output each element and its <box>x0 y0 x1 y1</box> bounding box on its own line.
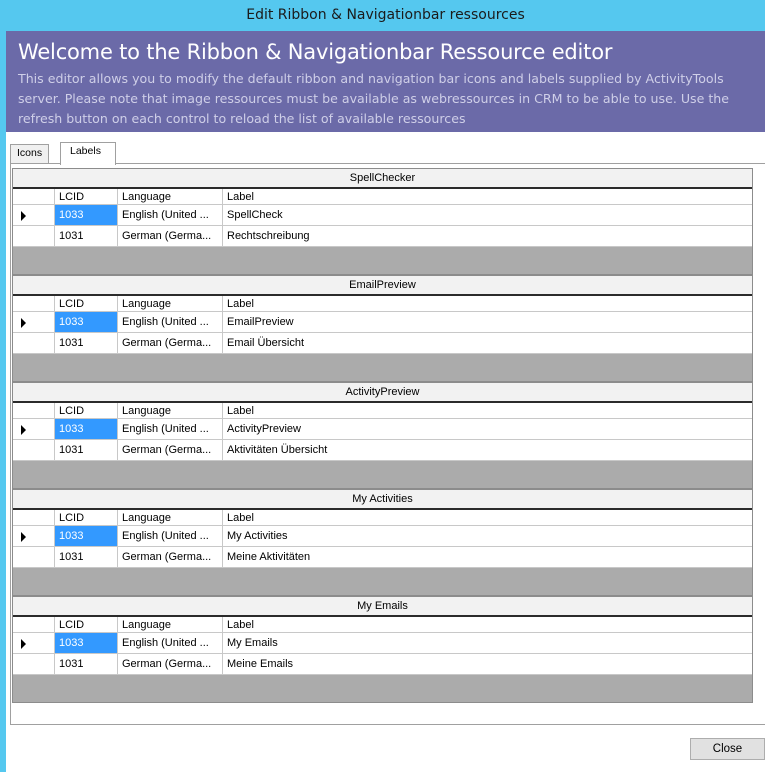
label-cell[interactable]: Meine Aktivitäten <box>223 547 752 567</box>
column-header-label[interactable]: Label <box>223 510 752 525</box>
column-header-lcid[interactable]: LCID <box>55 403 118 418</box>
language-cell[interactable]: German (Germa... <box>118 226 223 246</box>
column-header-lcid[interactable]: LCID <box>55 617 118 632</box>
table-row[interactable]: 1031 German (Germa... Aktivitäten Übersich… <box>13 440 752 461</box>
table-row[interactable]: 1033 English (United ... SpellCheck <box>13 205 752 226</box>
label-grid: ActivityPreview LCID Language Label 1033 Engl… <box>12 382 753 489</box>
current-row-arrow-icon <box>21 425 26 435</box>
row-header-corner <box>13 403 55 418</box>
row-header-corner <box>13 296 55 311</box>
table-row[interactable]: 1031 German (Germa... Meine Emails <box>13 654 752 675</box>
lcid-cell[interactable]: 1033 <box>55 419 118 439</box>
label-cell[interactable]: Meine Emails <box>223 654 752 674</box>
banner-description: This editor allows you to modify the def… <box>18 71 730 126</box>
table-row[interactable]: 1033 English (United ... ActivityPreview <box>13 419 752 440</box>
grid-caption: My Activities <box>13 490 752 510</box>
column-header-lcid[interactable]: LCID <box>55 189 118 204</box>
grid-caption: EmailPreview <box>13 276 752 296</box>
row-selector[interactable] <box>13 440 55 460</box>
language-cell[interactable]: German (Germa... <box>118 333 223 353</box>
lcid-cell[interactable]: 1033 <box>55 633 118 653</box>
row-selector[interactable] <box>13 205 55 225</box>
column-header-lcid[interactable]: LCID <box>55 510 118 525</box>
lcid-cell[interactable]: 1031 <box>55 333 118 353</box>
label-grid: EmailPreview LCID Language Label 1033 English… <box>12 275 753 382</box>
row-selector[interactable] <box>13 633 55 653</box>
table-row[interactable]: 1031 German (Germa... Meine Aktivitäten <box>13 547 752 568</box>
table-row[interactable]: 1033 English (United ... My Activities <box>13 526 752 547</box>
label-cell[interactable]: My Emails <box>223 633 752 653</box>
language-cell[interactable]: English (United ... <box>118 633 223 653</box>
column-header-language[interactable]: Language <box>118 189 223 204</box>
row-selector[interactable] <box>13 654 55 674</box>
tab-icons[interactable]: Icons <box>10 144 50 164</box>
column-header-label[interactable]: Label <box>223 617 752 632</box>
language-cell[interactable]: German (Germa... <box>118 440 223 460</box>
grid-header-row: LCID Language Label <box>13 510 752 526</box>
grid-caption: My Emails <box>13 597 752 617</box>
tab-strip: Icons Labels <box>10 142 759 165</box>
row-selector[interactable] <box>13 312 55 332</box>
lcid-cell[interactable]: 1031 <box>55 226 118 246</box>
row-header-corner <box>13 510 55 525</box>
grid-header-row: LCID Language Label <box>13 617 752 633</box>
grid-header-row: LCID Language Label <box>13 189 752 205</box>
label-cell[interactable]: Rechtschreibung <box>223 226 752 246</box>
grid-caption: SpellChecker <box>13 169 752 189</box>
grid-header-row: LCID Language Label <box>13 296 752 312</box>
label-cell[interactable]: Email Übersicht <box>223 333 752 353</box>
grid-header-row: LCID Language Label <box>13 403 752 419</box>
row-header-corner <box>13 617 55 632</box>
label-grid: My Emails LCID Language Label 1033 English (U… <box>12 596 753 703</box>
window-title: Edit Ribbon & Navigationbar ressources <box>0 0 765 31</box>
banner-title: Welcome to the Ribbon & Navigationbar Re… <box>18 40 613 64</box>
column-header-lcid[interactable]: LCID <box>55 296 118 311</box>
row-selector[interactable] <box>13 526 55 546</box>
language-cell[interactable]: German (Germa... <box>118 654 223 674</box>
row-selector[interactable] <box>13 333 55 353</box>
column-header-language[interactable]: Language <box>118 296 223 311</box>
label-grids: SpellChecker LCID Language Label 1033 English… <box>12 168 763 703</box>
language-cell[interactable]: English (United ... <box>118 526 223 546</box>
table-row[interactable]: 1031 German (Germa... Rechtschreibung <box>13 226 752 247</box>
label-cell[interactable]: My Activities <box>223 526 752 546</box>
lcid-cell[interactable]: 1031 <box>55 654 118 674</box>
lcid-cell[interactable]: 1031 <box>55 547 118 567</box>
label-grid: My Activities LCID Language Label 1033 Englis… <box>12 489 753 596</box>
column-header-label[interactable]: Label <box>223 296 752 311</box>
label-cell[interactable]: ActivityPreview <box>223 419 752 439</box>
tab-labels[interactable]: Labels <box>60 142 116 165</box>
current-row-arrow-icon <box>21 639 26 649</box>
grid-caption: ActivityPreview <box>13 383 752 403</box>
row-selector[interactable] <box>13 547 55 567</box>
row-selector[interactable] <box>13 419 55 439</box>
table-row[interactable]: 1033 English (United ... EmailPreview <box>13 312 752 333</box>
language-cell[interactable]: English (United ... <box>118 312 223 332</box>
label-cell[interactable]: SpellCheck <box>223 205 752 225</box>
welcome-banner: Welcome to the Ribbon & Navigationbar Re… <box>6 31 765 132</box>
current-row-arrow-icon <box>21 211 26 221</box>
language-cell[interactable]: German (Germa... <box>118 547 223 567</box>
lcid-cell[interactable]: 1031 <box>55 440 118 460</box>
current-row-arrow-icon <box>21 318 26 328</box>
row-selector[interactable] <box>13 226 55 246</box>
label-cell[interactable]: Aktivitäten Übersicht <box>223 440 752 460</box>
column-header-label[interactable]: Label <box>223 189 752 204</box>
current-row-arrow-icon <box>21 532 26 542</box>
language-cell[interactable]: English (United ... <box>118 419 223 439</box>
label-cell[interactable]: EmailPreview <box>223 312 752 332</box>
language-cell[interactable]: English (United ... <box>118 205 223 225</box>
column-header-label[interactable]: Label <box>223 403 752 418</box>
lcid-cell[interactable]: 1033 <box>55 312 118 332</box>
row-header-corner <box>13 189 55 204</box>
lcid-cell[interactable]: 1033 <box>55 205 118 225</box>
table-row[interactable]: 1033 English (United ... My Emails <box>13 633 752 654</box>
table-row[interactable]: 1031 German (Germa... Email Übersicht <box>13 333 752 354</box>
column-header-language[interactable]: Language <box>118 403 223 418</box>
close-button[interactable]: Close <box>690 738 765 760</box>
lcid-cell[interactable]: 1033 <box>55 526 118 546</box>
column-header-language[interactable]: Language <box>118 510 223 525</box>
column-header-language[interactable]: Language <box>118 617 223 632</box>
label-grid: SpellChecker LCID Language Label 1033 English… <box>12 168 753 275</box>
